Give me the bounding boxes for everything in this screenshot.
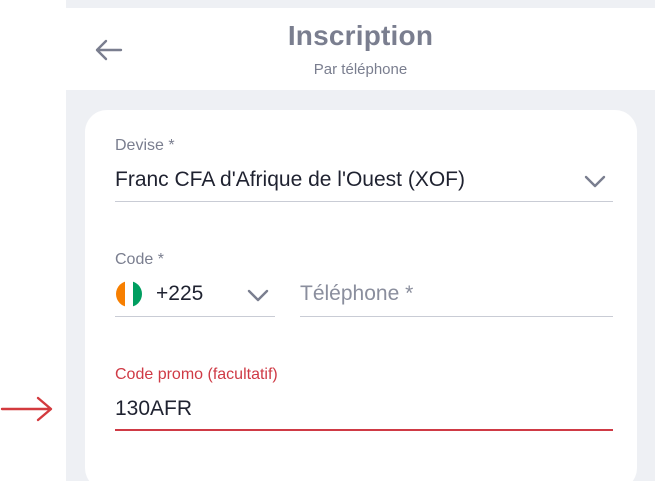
currency-underline xyxy=(115,201,613,202)
annotation-arrow-icon xyxy=(0,396,53,422)
registration-form-card: Devise * Franc CFA d'Afrique de l'Ouest … xyxy=(85,110,637,490)
phone-underline xyxy=(300,316,613,317)
page-title: Inscription xyxy=(287,20,434,51)
ivory-coast-flag-icon xyxy=(116,281,142,307)
page-header: Inscription Par téléphone xyxy=(66,8,655,90)
chevron-down-icon[interactable] xyxy=(583,174,607,190)
page-subtitle: Par téléphone xyxy=(313,61,408,78)
currency-value: Franc CFA d'Afrique de l'Ouest (XOF) xyxy=(115,168,465,191)
code-underline xyxy=(115,316,275,317)
code-label: Code * xyxy=(115,251,164,268)
code-value: +225 xyxy=(156,282,204,305)
promo-underline xyxy=(115,429,613,431)
promo-label: Code promo (facultatif) xyxy=(115,366,278,383)
chevron-down-icon[interactable] xyxy=(246,288,270,304)
promo-value: 130AFR xyxy=(115,397,193,420)
currency-label: Devise * xyxy=(115,137,175,154)
phone-placeholder: Téléphone * xyxy=(300,282,414,305)
